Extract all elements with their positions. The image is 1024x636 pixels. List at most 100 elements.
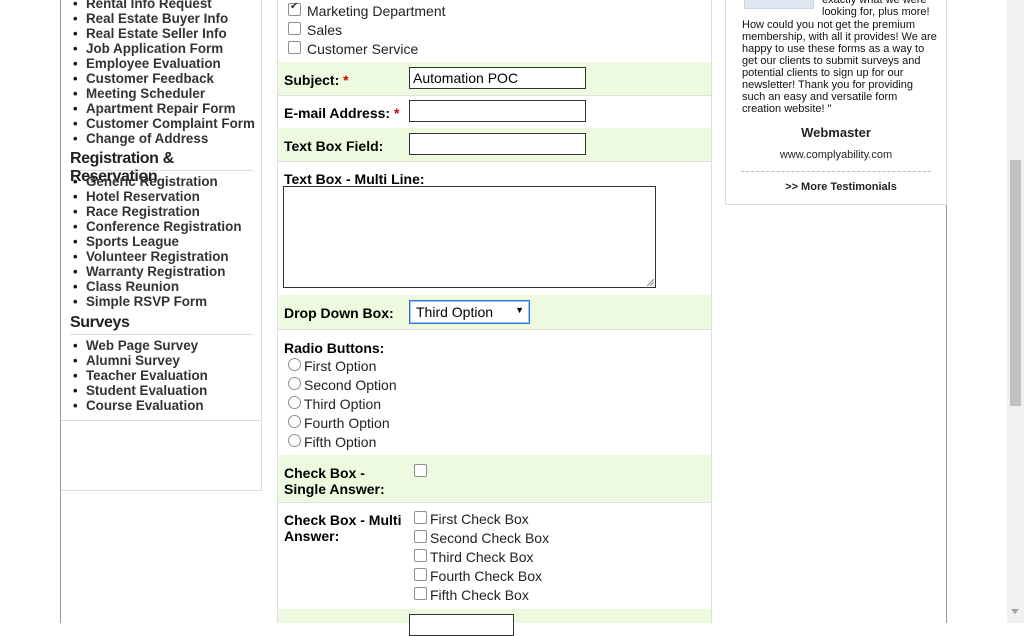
sidebar-heading-surveys: Surveys	[70, 314, 253, 335]
radio-option-label: Second Option	[304, 377, 397, 393]
textbox-row: Text Box Field:	[278, 128, 711, 162]
sidebar-link[interactable]: Real Estate Seller Info	[72, 26, 255, 41]
sidebar-heading-registration: Registration & Reservation	[70, 150, 253, 185]
dropdown-row: Drop Down Box: Third Option ▼	[278, 295, 711, 330]
radio-third-option[interactable]	[288, 396, 301, 409]
radio-option-label: First Option	[304, 358, 377, 374]
sidebar-link[interactable]: Warranty Registration	[72, 264, 242, 279]
scroll-down-arrow-icon[interactable]	[1011, 609, 1019, 614]
testimonial-image	[744, 0, 814, 9]
testimonial-divider	[741, 171, 931, 172]
radio-first-option[interactable]	[288, 358, 301, 371]
check-multi-option-label: Fourth Check Box	[430, 568, 543, 584]
check-single-row: Check Box - Single Answer:	[278, 455, 711, 503]
department-checkbox-customer-service[interactable]	[288, 41, 301, 54]
check-multi-checkbox[interactable]	[414, 549, 427, 562]
radio-row: Radio Buttons: First Option Second Optio…	[278, 329, 711, 456]
sidebar-link[interactable]: Apartment Repair Form	[72, 101, 255, 116]
email-input[interactable]	[409, 100, 586, 122]
page-scrollbar[interactable]	[1007, 0, 1024, 623]
check-multi-label-line2: Answer:	[284, 528, 340, 544]
sidebar-link[interactable]: Job Application Form	[72, 41, 255, 56]
sidebar-link[interactable]: Hotel Reservation	[72, 189, 242, 204]
testimonial-author: Webmaster	[801, 125, 871, 140]
department-checkbox-sales[interactable]	[288, 22, 301, 35]
radio-option-label: Third Option	[304, 396, 382, 412]
sidebar-link[interactable]: Course Evaluation	[72, 398, 208, 413]
sidebar-link[interactable]: Change of Address	[72, 131, 255, 146]
date-input[interactable]	[409, 614, 514, 636]
check-multi-checkbox[interactable]	[414, 587, 427, 600]
required-marker: *	[343, 72, 349, 88]
testimonial-url: www.complyability.com	[779, 149, 893, 161]
sidebar-divider	[61, 420, 261, 421]
check-multi-option-label: Second Check Box	[430, 530, 550, 546]
dropdown-select[interactable]: Third Option ▼	[409, 300, 530, 324]
radio-fifth-option[interactable]	[288, 434, 301, 447]
dropdown-selected-value: Third Option	[416, 304, 494, 320]
sidebar-link[interactable]: Student Evaluation	[72, 383, 208, 398]
radio-fourth-option[interactable]	[288, 415, 301, 428]
email-label: E-mail Address: *	[284, 105, 400, 121]
chevron-down-icon: ▼	[515, 305, 524, 315]
check-multi-checkbox[interactable]	[414, 530, 427, 543]
sidebar-link[interactable]: Meeting Scheduler	[72, 86, 255, 101]
sidebar-link[interactable]: Real Estate Buyer Info	[72, 11, 255, 26]
check-single-checkbox[interactable]	[414, 464, 427, 477]
department-checkbox-marketing[interactable]	[288, 1, 301, 16]
sidebar-link[interactable]: Employee Evaluation	[72, 56, 255, 71]
sidebar-link[interactable]: Web Page Survey	[72, 338, 208, 353]
check-single-label-line2: Single Answer:	[284, 481, 385, 497]
required-marker: *	[393, 105, 400, 121]
radio-option-label: Fifth Option	[304, 434, 377, 450]
department-option-label: Sales	[307, 22, 343, 38]
dropdown-label: Drop Down Box:	[284, 305, 394, 321]
check-multi-row: Check Box - Multi Answer: First Check Bo…	[278, 502, 711, 610]
subject-input[interactable]: Automation POC	[409, 67, 586, 89]
check-multi-option-label: Fifth Check Box	[430, 587, 529, 603]
check-multi-option-label: First Check Box	[430, 511, 529, 527]
sidebar-link[interactable]: Simple RSVP Form	[72, 294, 242, 309]
radio-second-option[interactable]	[288, 377, 301, 390]
textbox-input[interactable]	[409, 133, 586, 155]
multiline-row: Text Box - Multi Line:	[278, 161, 711, 296]
multiline-textarea[interactable]	[283, 186, 656, 288]
subject-row: Subject: * Automation POC	[278, 62, 711, 96]
multiline-label: Text Box - Multi Line:	[284, 171, 425, 187]
check-single-label: Check Box -	[284, 465, 365, 481]
more-testimonials-link[interactable]: >> More Testimonials	[726, 181, 956, 193]
email-row: E-mail Address: *	[278, 95, 711, 129]
sample-form: Marketing Department Sales Customer Serv…	[277, 0, 712, 636]
sidebar-link[interactable]: Teacher Evaluation	[72, 368, 208, 383]
department-option-label: Marketing Department	[307, 3, 446, 19]
sidebar-link[interactable]: Class Reunion	[72, 279, 242, 294]
sidebar-link[interactable]: Race Registration	[72, 204, 242, 219]
department-row: Marketing Department Sales Customer Serv…	[278, 0, 711, 63]
sidebar-list-forms: Rental Info Request Real Estate Buyer In…	[72, 0, 255, 146]
sidebar-link[interactable]: Rental Info Request	[72, 0, 255, 11]
radio-option-label: Fourth Option	[304, 415, 390, 431]
testimonial-text-top: exactly what we were looking for, plus m…	[822, 0, 930, 18]
sidebar-link[interactable]: Customer Feedback	[72, 71, 255, 86]
sidebar-link[interactable]: Volunteer Registration	[72, 249, 242, 264]
date-row-partial	[278, 609, 711, 636]
subject-label: Subject: *	[284, 72, 349, 88]
sidebar-link[interactable]: Alumni Survey	[72, 353, 208, 368]
sidebar-link[interactable]: Customer Complaint Form	[72, 116, 255, 131]
textbox-label: Text Box Field:	[284, 138, 384, 154]
sidebar-list-surveys: Web Page Survey Alumni Survey Teacher Ev…	[72, 338, 208, 413]
testimonial-box: exactly what we were looking for, plus m…	[725, 0, 947, 205]
check-multi-checkbox[interactable]	[414, 511, 427, 524]
check-multi-label: Check Box - Multi	[284, 512, 402, 528]
sidebar-list-registration: Generic Registration Hotel Reservation R…	[72, 174, 242, 309]
sidebar-link[interactable]: Sports League	[72, 234, 242, 249]
sidebar-link[interactable]: Conference Registration	[72, 219, 242, 234]
department-option-label: Customer Service	[307, 41, 419, 57]
scrollbar-thumb[interactable]	[1010, 160, 1021, 406]
radio-label: Radio Buttons:	[284, 340, 385, 356]
check-multi-checkbox[interactable]	[414, 568, 427, 581]
check-multi-option-label: Third Check Box	[430, 549, 534, 565]
sidebar-link[interactable]: Generic Registration	[72, 174, 242, 189]
resize-grip-icon[interactable]	[646, 278, 654, 286]
sidebar: Rental Info Request Real Estate Buyer In…	[61, 0, 262, 491]
